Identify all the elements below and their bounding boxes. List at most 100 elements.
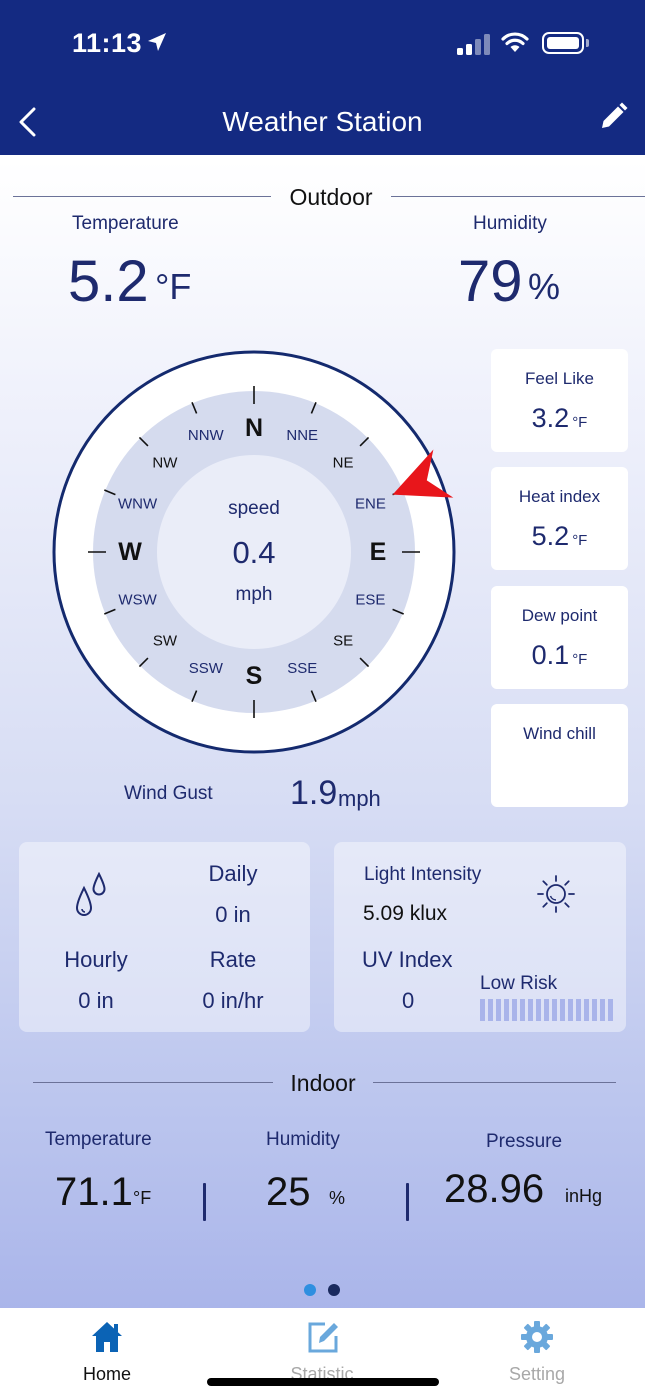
outdoor-section-title: Outdoor [289,184,373,210]
light-intensity-label: Light Intensity [364,864,482,885]
house-icon [92,1322,122,1352]
rain-daily-value: 0 in [215,902,251,927]
card-label: Dew point [521,606,598,625]
card-unit: °F [572,651,588,668]
compass-label-nne: NNE [286,427,318,444]
feel-like-card: Feel Like 3.2 °F [491,349,628,452]
status-time: 11:13 [72,28,143,58]
sun-icon [537,875,575,913]
uv-index-value: 0 [402,988,415,1013]
indoor-humidity-unit: % [329,1188,346,1208]
divider-line [373,1082,616,1083]
outdoor-temperature-unit: °F [155,266,192,307]
wind-gust-value: 1.9 [290,774,338,812]
compass-label-se: SE [333,633,353,650]
compass-label-ese: ESE [355,592,385,609]
compass-label-ssw: SSW [189,660,224,677]
divider-line [33,1082,273,1083]
indoor-pressure-value: 28.96 [444,1167,545,1211]
outdoor-humidity-label: Humidity [473,213,547,234]
wind-speed-value: 0.4 [232,535,275,570]
rain-hourly-label: Hourly [64,947,128,972]
indoor-pressure-label: Pressure [486,1131,563,1152]
indoor-pressure-unit: inHg [565,1186,603,1206]
card-label: Heat index [518,487,601,506]
app-header: 11:13 Weather Station [0,0,645,155]
uv-bar-segment [552,999,557,1021]
wind-chill-card: Wind chill [491,704,628,807]
card-label: Feel Like [525,369,594,388]
outdoor-humidity-value: 79 [458,249,523,314]
uv-index-label: UV Index [362,947,453,972]
outdoor-temperature-label: Temperature [72,213,179,234]
outdoor-humidity-unit: % [528,266,561,307]
rain-panel: Daily 0 in Hourly 0 in Rate 0 in/hr [19,842,310,1032]
cellular-signal-icon [457,33,493,55]
uv-bar-segment [600,999,605,1021]
compass-label-e: E [370,538,387,566]
wind-speed-unit: mph [236,584,273,605]
dew-point-card: Dew point 0.1 °F [491,586,628,689]
wifi-icon [501,32,529,52]
raindrops-icon [75,872,106,916]
gear-icon [521,1321,553,1353]
page-indicator-dot-active[interactable] [304,1284,316,1296]
wind-gust-label: Wind Gust [124,783,213,804]
divider-line [13,196,271,197]
indoor-temperature-unit: °F [133,1188,152,1208]
pencil-icon[interactable] [596,100,630,134]
compass-label-wsw: WSW [118,592,157,609]
tab-home-label: Home [82,1364,131,1384]
battery-icon [542,32,584,54]
compass-label-ene: ENE [355,495,386,512]
uv-bar-segment [528,999,533,1021]
compass-speed-label: speed [228,498,280,519]
compass-label-s: S [246,662,263,690]
compass-label-nw: NW [152,454,178,471]
uv-bar-segment [608,999,613,1021]
location-arrow-icon [148,33,166,51]
uv-bar-segment [568,999,573,1021]
heat-index-card: Heat index 5.2 °F [491,467,628,570]
tab-setting[interactable]: Setting [477,1308,597,1398]
light-intensity-value: 5.09 klux [363,902,448,925]
divider [203,1183,206,1221]
wind-compass: N NNE NE ENE E ESE SE SSE S SSW SW WSW W WNW NW NNW spe… [52,350,456,754]
page-indicator-dot[interactable] [328,1284,340,1296]
divider-line [391,196,645,197]
page-title: Weather Station [222,106,423,137]
compass-label-n: N [245,414,263,442]
rain-rate-label: Rate [209,947,257,972]
card-value: 5.2 [531,521,570,551]
uv-bar-segment [592,999,597,1021]
home-indicator [207,1378,439,1386]
uv-bar-segment [584,999,589,1021]
uv-bar-segment [488,999,493,1021]
compass-label-nnw: NNW [188,427,225,444]
tab-home[interactable]: Home [47,1308,167,1398]
uv-bar-segment [560,999,565,1021]
light-uv-panel: Light Intensity 5.09 klux UV Index 0 Low… [334,842,626,1032]
uv-bar-segment [576,999,581,1021]
uv-bar-segment [536,999,541,1021]
card-unit: °F [572,414,588,431]
card-value: 0.1 [531,640,570,670]
tab-setting-label: Setting [508,1364,566,1384]
rain-rate-value: 0 in/hr [202,988,264,1013]
indoor-section-title: Indoor [290,1070,356,1096]
outdoor-temperature-value: 5.2 [68,249,149,314]
uv-bar-segment [480,999,485,1021]
uv-risk-label: Low Risk [480,973,558,994]
indoor-temperature-value: 71.1 [55,1170,133,1214]
uv-bar-segment [512,999,517,1021]
rain-daily-label: Daily [208,861,258,886]
uv-bar-segment [496,999,501,1021]
card-label: Wind chill [523,724,596,743]
rain-hourly-value: 0 in [78,988,114,1013]
wind-gust-unit: mph [338,786,381,811]
compass-label-sw: SW [153,633,178,650]
uv-bar-segment [520,999,525,1021]
divider [406,1183,409,1221]
card-unit: °F [572,532,588,549]
indoor-humidity-label: Humidity [266,1129,340,1150]
